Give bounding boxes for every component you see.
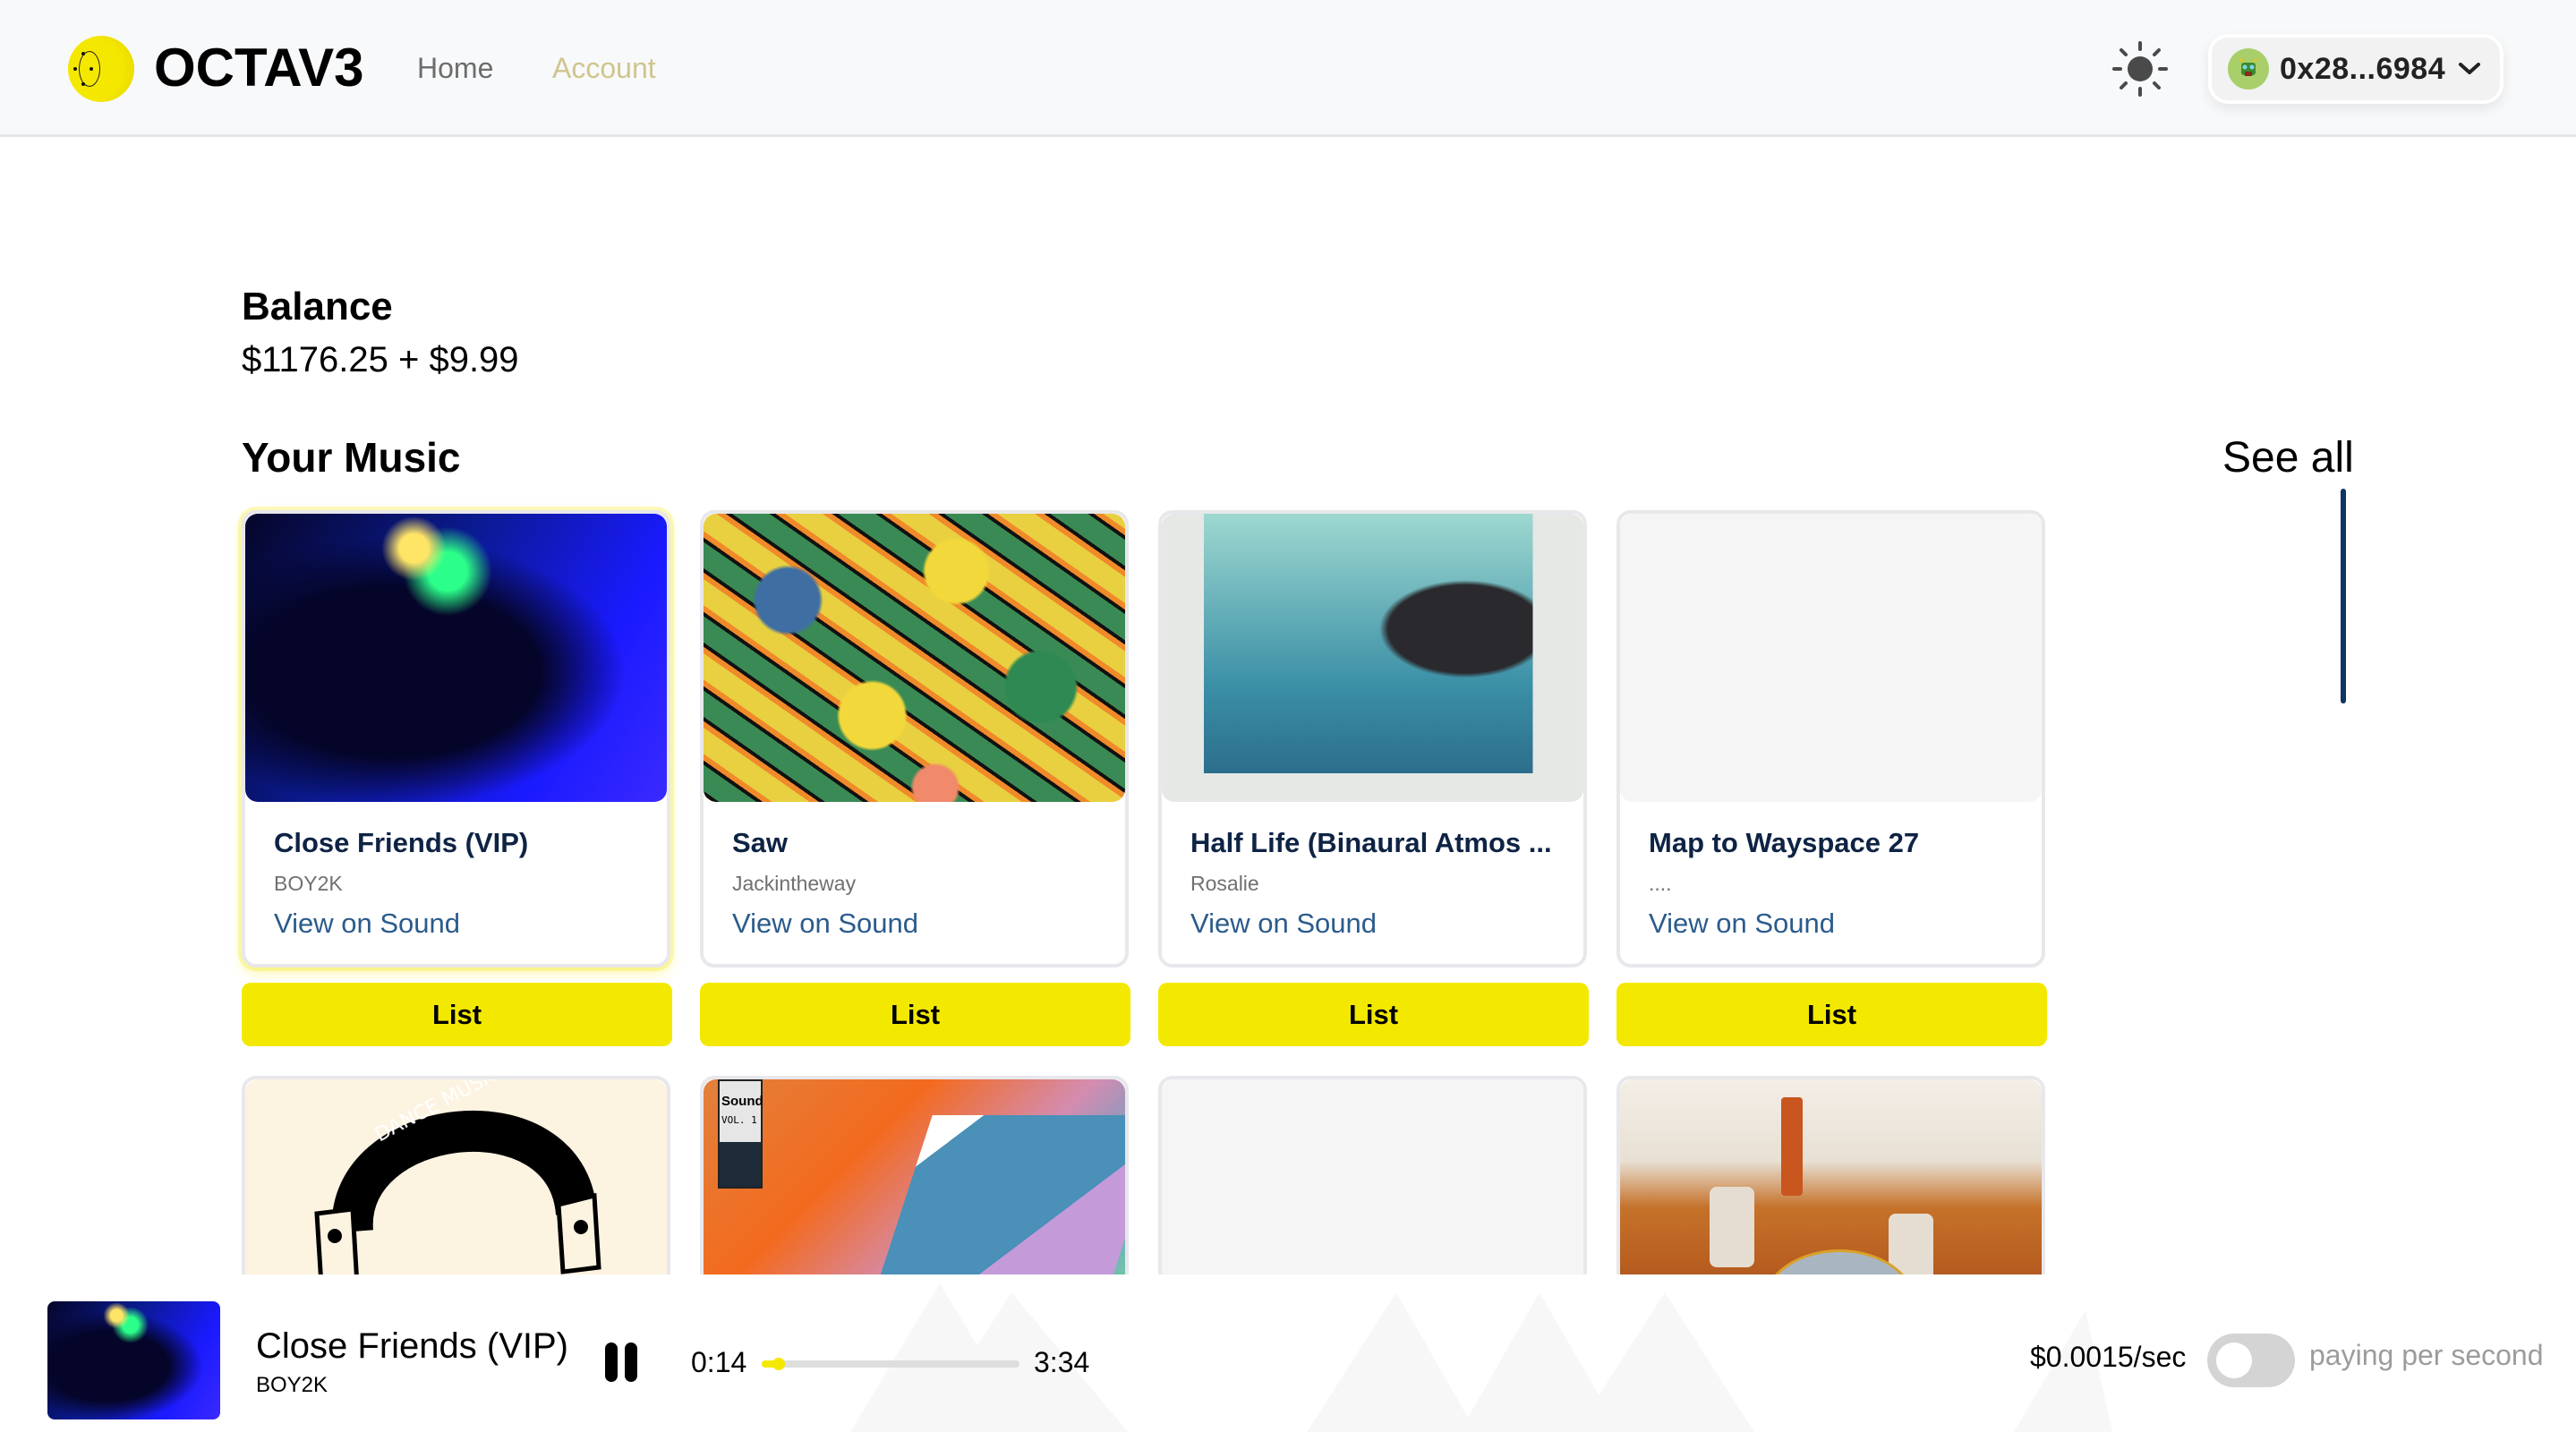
octav3-logo-icon[interactable] [68, 36, 134, 102]
sun-icon [2112, 41, 2168, 97]
track-artist: BOY2K [274, 872, 343, 895]
pay-per-second-label: paying per second [2309, 1339, 2544, 1371]
music-card[interactable]: Sound VOL. 1 [700, 1076, 1129, 1308]
balance-heading: Balance [242, 285, 393, 328]
wallet-address: 0x28...6984 [2280, 51, 2446, 86]
pause-icon [605, 1342, 618, 1382]
track-title: Half Life (Binaural Atmos ... [1190, 827, 1552, 858]
now-playing-album-art[interactable] [47, 1301, 220, 1419]
dragon-avatar-icon [2239, 57, 2258, 76]
view-on-sound-link[interactable]: View on Sound [1190, 908, 1377, 940]
vol-label-text: VOL. 1 [721, 1114, 757, 1126]
music-card[interactable]: Half Life (Binaural Atmos ... Rosalie Vi… [1158, 510, 1587, 967]
sound-label-box: Sound VOL. 1 [718, 1079, 763, 1189]
current-time: 0:14 [691, 1346, 747, 1378]
list-button[interactable]: List [1616, 983, 2047, 1046]
total-time: 3:34 [1034, 1346, 1090, 1378]
brand-name[interactable]: OCTAV3 [154, 39, 363, 97]
wallet-account-button[interactable]: 0x28...6984 [2208, 34, 2503, 104]
pay-per-second-toggle[interactable] [2207, 1334, 2295, 1387]
track-title: Saw [732, 827, 789, 858]
track-artist: .... [1649, 872, 1672, 895]
list-button[interactable]: List [700, 983, 1130, 1046]
pause-button[interactable] [605, 1342, 639, 1382]
your-music-heading: Your Music [242, 434, 461, 481]
music-card[interactable]: Map to Wayspace 27 .... View on Sound [1616, 510, 2045, 967]
progress-knob[interactable] [772, 1358, 785, 1370]
nav-home-link[interactable]: Home [417, 50, 493, 86]
pay-rate: $0.0015/sec [2030, 1341, 2187, 1373]
see-all-link[interactable]: See all [2222, 433, 2354, 482]
view-on-sound-link[interactable]: View on Sound [1649, 908, 1835, 940]
album-art [1162, 514, 1583, 802]
sound-label-text: Sound [721, 1094, 763, 1109]
track-title: Map to Wayspace 27 [1649, 827, 1920, 858]
music-card[interactable] [1616, 1076, 2045, 1308]
now-playing-artist: BOY2K [256, 1373, 328, 1397]
music-card[interactable] [1158, 1076, 1587, 1308]
music-card[interactable]: Saw Jackintheway View on Sound [700, 510, 1129, 967]
now-playing-bar: Close Friends (VIP) BOY2K 0:14 3:34 $0.0… [0, 1274, 2576, 1432]
album-art [704, 514, 1125, 802]
toggle-knob [2216, 1342, 2252, 1378]
track-artist: Rosalie [1190, 872, 1259, 895]
vertical-scrollbar[interactable] [2341, 489, 2346, 703]
list-button[interactable]: List [242, 983, 672, 1046]
balance-value: $1176.25 + $9.99 [242, 340, 519, 379]
now-playing-title: Close Friends (VIP) [256, 1326, 568, 1366]
album-art [245, 514, 667, 802]
list-button[interactable]: List [1158, 983, 1589, 1046]
top-nav-bar: OCTAV3 Home Account 0x28...6984 [0, 0, 2576, 137]
view-on-sound-link[interactable]: View on Sound [274, 908, 460, 940]
wallet-avatar [2228, 48, 2269, 90]
music-card[interactable]: Close Friends (VIP) BOY2K View on Sound [242, 510, 670, 967]
playback-progress-slider[interactable] [762, 1358, 1019, 1370]
nav-account-link[interactable]: Account [552, 50, 656, 86]
theme-toggle-button[interactable] [2112, 41, 2168, 97]
chevron-down-icon [2459, 63, 2481, 74]
view-on-sound-link[interactable]: View on Sound [732, 908, 918, 940]
music-card[interactable]: DANCE MUSIC [242, 1076, 670, 1308]
track-title: Close Friends (VIP) [274, 827, 529, 858]
album-art-placeholder [1620, 514, 2042, 802]
track-artist: Jackintheway [732, 872, 857, 895]
